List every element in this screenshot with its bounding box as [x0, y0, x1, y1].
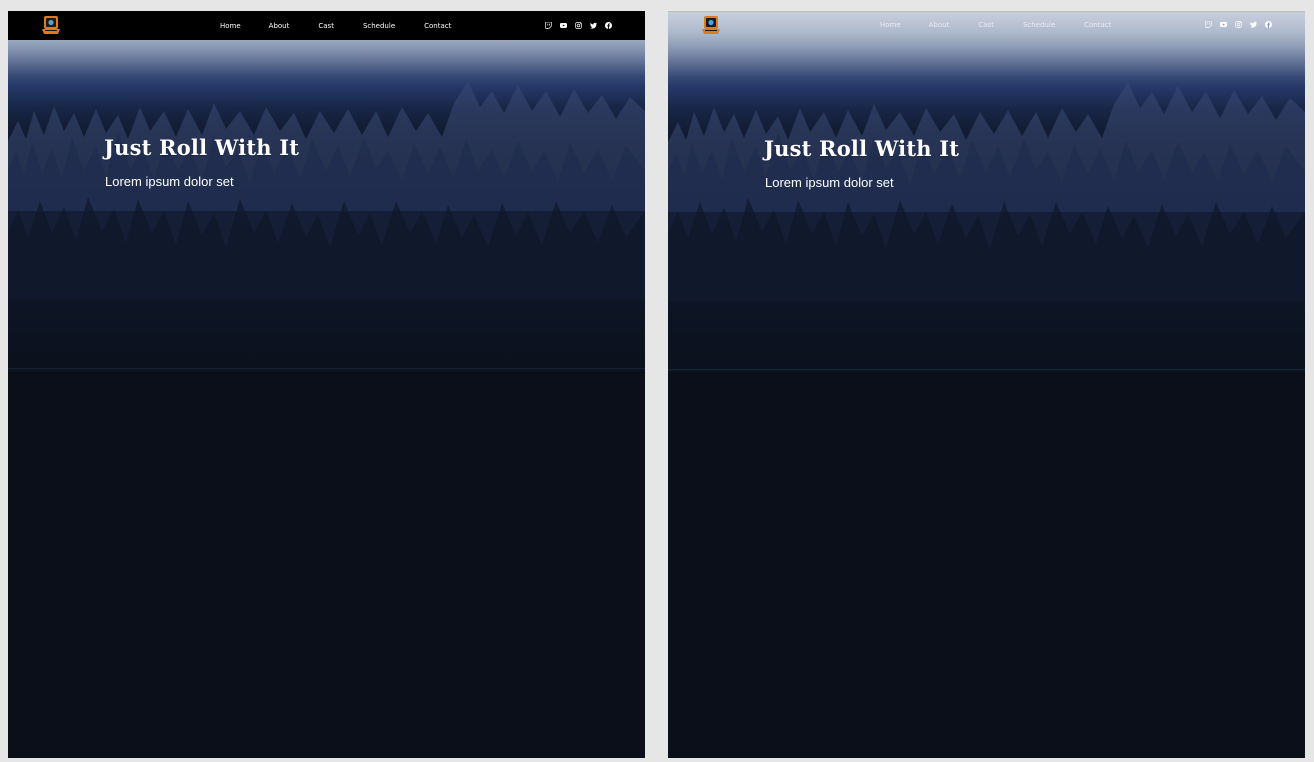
twitter-icon[interactable] — [589, 22, 597, 30]
hero-divider — [8, 368, 645, 369]
nav-link-contact[interactable]: Contact — [1084, 21, 1111, 29]
nav-link-about[interactable]: About — [929, 21, 950, 29]
hero-subtitle: Lorem ipsum dolor set — [765, 175, 894, 190]
hero-title: Just Roll With It — [104, 135, 300, 160]
social-links — [544, 11, 619, 40]
twitch-icon[interactable] — [544, 22, 552, 30]
site-logo[interactable] — [41, 15, 61, 35]
youtube-icon[interactable] — [1219, 21, 1227, 29]
dice-logo-icon — [42, 16, 60, 34]
nav-link-schedule[interactable]: Schedule — [363, 22, 395, 30]
artboard-solid-nav: Just Roll With It Lorem ipsum dolor set … — [8, 11, 645, 758]
twitch-icon[interactable] — [1204, 21, 1212, 29]
nav-link-home[interactable]: Home — [220, 22, 241, 30]
navbar: Home About Cast Schedule Contact — [668, 12, 1305, 41]
facebook-icon[interactable] — [604, 22, 612, 30]
hero-fade — [668, 290, 1305, 370]
twitter-icon[interactable] — [1249, 21, 1257, 29]
nav-links: Home About Cast Schedule Contact — [220, 11, 451, 40]
dice-logo-icon — [702, 16, 720, 34]
artboard-transparent-nav: Just Roll With It Lorem ipsum dolor set … — [668, 11, 1305, 758]
instagram-icon[interactable] — [1234, 21, 1242, 29]
hero-section: Just Roll With It Lorem ipsum dolor set — [668, 12, 1305, 372]
navbar: Home About Cast Schedule Contact — [8, 11, 645, 40]
instagram-icon[interactable] — [574, 22, 582, 30]
facebook-icon[interactable] — [1264, 21, 1272, 29]
social-links — [1204, 12, 1279, 39]
hero-fade — [8, 289, 645, 369]
hero-divider — [668, 369, 1305, 370]
hero-subtitle: Lorem ipsum dolor set — [105, 174, 234, 189]
hero-section: Just Roll With It Lorem ipsum dolor set — [8, 11, 645, 371]
youtube-icon[interactable] — [559, 22, 567, 30]
nav-link-about[interactable]: About — [269, 22, 290, 30]
nav-link-home[interactable]: Home — [880, 21, 901, 29]
hero-title: Just Roll With It — [764, 136, 960, 161]
nav-link-schedule[interactable]: Schedule — [1023, 21, 1055, 29]
site-logo[interactable] — [701, 15, 721, 35]
nav-links: Home About Cast Schedule Contact — [880, 12, 1111, 39]
nav-link-cast[interactable]: Cast — [318, 22, 334, 30]
nav-link-cast[interactable]: Cast — [978, 21, 994, 29]
nav-link-contact[interactable]: Contact — [424, 22, 451, 30]
